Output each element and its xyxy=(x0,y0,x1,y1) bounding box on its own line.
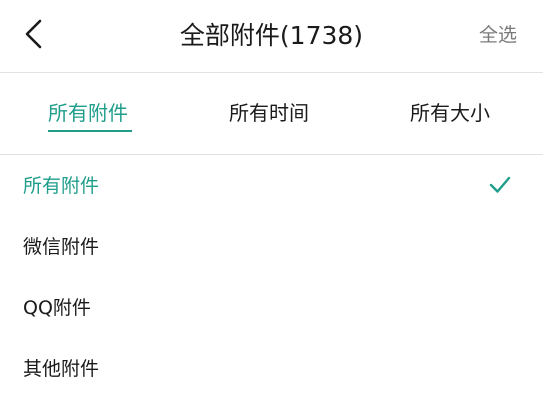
page-title: 全部附件(1738) xyxy=(179,21,364,50)
option-label: QQ附件 xyxy=(23,297,91,319)
chevron-left-icon xyxy=(25,19,42,49)
tab-all-attachments[interactable]: 所有附件 xyxy=(48,73,128,154)
option-qq-attachments[interactable]: QQ附件 xyxy=(0,278,543,339)
option-all-attachments[interactable]: 所有附件 xyxy=(0,156,543,217)
tabs-divider xyxy=(0,154,543,155)
tab-all-sizes[interactable]: 所有大小 xyxy=(410,73,490,154)
option-label: 其他附件 xyxy=(23,358,100,380)
option-label: 微信附件 xyxy=(23,236,100,258)
option-other-attachments[interactable]: 其他附件 xyxy=(0,339,543,400)
top-bar: 全部附件(1738) 全选 xyxy=(0,0,543,72)
attachments-screen: 全部附件(1738) 全选 所有附件 所有时间 所有大小 所有附件 微信附件 Q… xyxy=(0,0,543,400)
option-wechat-attachments[interactable]: 微信附件 xyxy=(0,217,543,278)
filter-option-list: 所有附件 微信附件 QQ附件 其他附件 xyxy=(0,156,543,400)
select-all-button[interactable]: 全选 xyxy=(479,0,517,72)
check-icon xyxy=(489,176,511,193)
option-label: 所有附件 xyxy=(23,175,100,197)
filter-tabs: 所有附件 所有时间 所有大小 xyxy=(0,73,543,154)
active-tab-indicator xyxy=(48,130,132,132)
back-button[interactable] xyxy=(14,14,54,54)
tab-all-time[interactable]: 所有时间 xyxy=(229,73,309,154)
